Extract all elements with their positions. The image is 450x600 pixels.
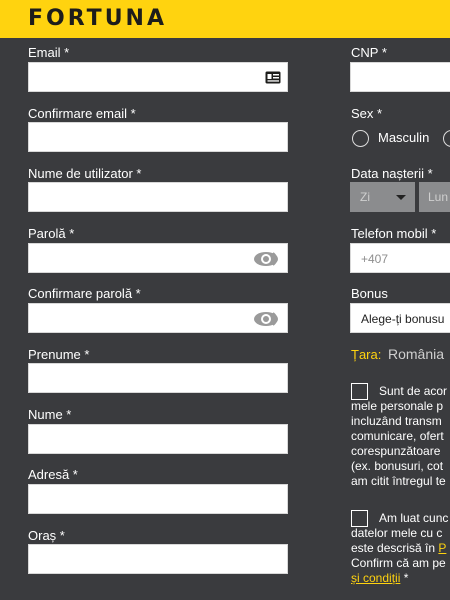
phone-field[interactable]: +407 <box>350 243 450 273</box>
terms-line: Confirm că am pe <box>351 556 446 570</box>
cnp-field[interactable] <box>350 62 450 92</box>
consent-line: comunicare, ofert <box>351 429 444 443</box>
terms-link[interactable]: și condiții <box>351 571 400 585</box>
contact-card-icon[interactable] <box>265 71 281 84</box>
radio-masculin-label: Masculin <box>378 130 430 145</box>
address-label: Adresă * <box>28 467 78 482</box>
country-label: Țara: <box>351 347 382 362</box>
terms-line: Am luat cunc <box>379 511 449 525</box>
consent-line: Sunt de acor <box>379 384 448 398</box>
terms-line: și condiții * <box>351 571 448 586</box>
birth-month-select[interactable]: Lun <box>419 182 450 212</box>
first-name-field[interactable] <box>28 363 288 393</box>
email-label: Email * <box>28 45 70 60</box>
consent-line: incluzând transm <box>351 414 442 428</box>
eye-icon[interactable] <box>253 251 281 267</box>
required-asterisk: * <box>400 571 409 585</box>
terms-line: datelor mele cu c <box>351 526 443 540</box>
consent-line: (ex. bonusuri, cot <box>351 459 444 473</box>
fortuna-logo[interactable]: FORTUNA <box>28 6 167 31</box>
city-label: Oraș * <box>28 528 65 543</box>
bonus-value: Alege-ți bonusu <box>361 312 445 326</box>
consent-line: corespunzătoare <box>351 444 441 458</box>
last-name-label: Nume * <box>28 407 72 422</box>
radio-feminin[interactable] <box>443 130 450 147</box>
terms-line-text: este descrisă în <box>351 541 439 555</box>
top-bar: FORTUNA <box>0 0 450 38</box>
birth-day-placeholder: Zi <box>360 190 370 204</box>
first-name-label: Prenume * <box>28 347 90 362</box>
cnp-label: CNP * <box>351 45 387 60</box>
chevron-down-icon <box>396 195 406 200</box>
birth-month-placeholder: Lun <box>428 190 449 204</box>
radio-masculin[interactable] <box>352 130 369 147</box>
birth-day-select[interactable]: Zi <box>350 182 415 212</box>
terms-line: este descrisă în P <box>351 541 448 556</box>
consent-line: mele personale p <box>351 399 444 413</box>
phone-label: Telefon mobil * <box>351 226 437 241</box>
terms-consent-text: Am luat cunc datelor mele cu c este desc… <box>351 511 448 586</box>
username-field[interactable] <box>28 182 288 212</box>
sex-label: Sex * <box>351 106 383 121</box>
email-field[interactable] <box>28 62 288 92</box>
username-label: Nume de utilizator * <box>28 166 142 181</box>
birth-date-label: Data nașterii * <box>351 166 433 181</box>
phone-value: +407 <box>361 252 389 266</box>
last-name-field[interactable] <box>28 424 288 454</box>
confirm-email-label: Confirmare email * <box>28 106 136 121</box>
confirm-email-field[interactable] <box>28 122 288 152</box>
password-label: Parolă * <box>28 226 75 241</box>
bonus-label: Bonus <box>351 286 388 301</box>
bonus-select[interactable]: Alege-ți bonusu <box>350 303 450 333</box>
country-value: România <box>388 346 445 362</box>
address-field[interactable] <box>28 484 288 514</box>
confirm-password-field[interactable] <box>28 303 288 333</box>
password-field[interactable] <box>28 243 288 273</box>
eye-icon[interactable] <box>253 311 281 327</box>
marketing-consent-text: Sunt de acor mele personale p incluzând … <box>351 384 447 489</box>
privacy-policy-link[interactable]: P <box>438 541 446 555</box>
city-field[interactable] <box>28 544 288 574</box>
confirm-password-label: Confirmare parolă * <box>28 286 141 301</box>
consent-line: am citit întregul te <box>351 474 446 488</box>
